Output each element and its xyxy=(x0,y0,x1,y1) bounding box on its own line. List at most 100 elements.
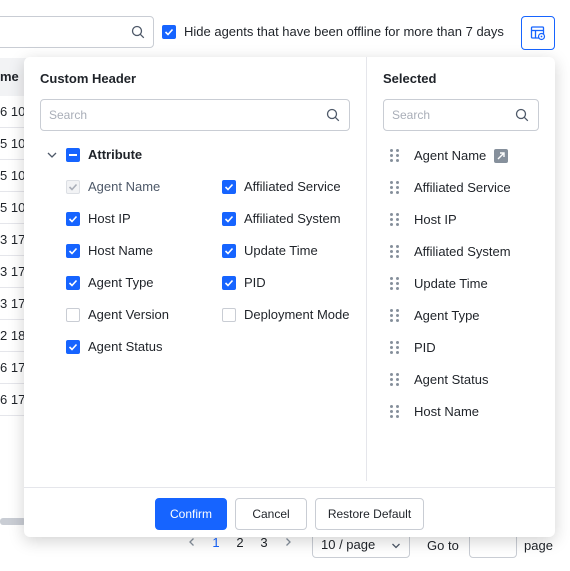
attribute-option-label: Affiliated System xyxy=(244,211,341,226)
drag-handle-icon[interactable] xyxy=(390,308,400,323)
selected-item-label: Update Time xyxy=(414,276,488,291)
attribute-option[interactable]: Affiliated Service xyxy=(222,179,341,194)
selected-item-label: Agent Type xyxy=(414,308,480,323)
drag-handle-icon[interactable] xyxy=(390,276,400,291)
attribute-option[interactable]: Host IP xyxy=(66,211,131,226)
table-cell: 6 17 xyxy=(0,384,26,416)
attribute-option[interactable]: Update Time xyxy=(222,243,318,258)
page-3-button[interactable]: 3 xyxy=(252,535,276,550)
drag-handle-icon[interactable] xyxy=(390,212,400,227)
selected-item-label: Agent Name xyxy=(414,148,487,163)
chevron-left-icon[interactable] xyxy=(180,535,204,550)
attribute-option-label: Host IP xyxy=(88,211,131,226)
drag-handle-icon[interactable] xyxy=(390,148,400,163)
table-horizontal-scrollbar[interactable] xyxy=(0,518,26,525)
checkbox-checked-icon xyxy=(66,179,80,194)
hide-offline-label: Hide agents that have been offline for m… xyxy=(184,24,504,39)
attribute-option[interactable]: Agent Version xyxy=(66,307,169,322)
checkbox-checked-icon xyxy=(66,339,80,354)
table-cell: 5 10 xyxy=(0,192,26,224)
custom-header-popover: Custom Header Selected Attribute Agent N… xyxy=(24,57,555,537)
attribute-group[interactable]: Attribute xyxy=(46,147,142,162)
selected-item[interactable]: Agent Type xyxy=(390,308,480,323)
selected-item-label: Affiliated System xyxy=(414,244,511,259)
attribute-option[interactable]: Deployment Mode xyxy=(222,307,350,322)
selected-item[interactable]: Update Time xyxy=(390,276,488,291)
selected-item[interactable]: Affiliated Service xyxy=(390,180,511,195)
attribute-option-label: PID xyxy=(244,275,266,290)
selected-search xyxy=(383,99,539,131)
selected-item-label: Host IP xyxy=(414,212,457,227)
page-label: page xyxy=(524,538,553,553)
popover-footer: Confirm Cancel Restore Default xyxy=(24,487,555,537)
selected-item[interactable]: Host IP xyxy=(390,212,457,227)
chevron-down-icon xyxy=(392,543,400,549)
checkbox-unchecked-icon xyxy=(222,307,236,322)
selected-title: Selected xyxy=(383,71,437,86)
drag-handle-icon[interactable] xyxy=(390,340,400,355)
attribute-option-label: Deployment Mode xyxy=(244,307,350,322)
table-settings-icon xyxy=(530,26,546,41)
table-cell: 3 17 xyxy=(0,288,26,320)
cancel-button[interactable]: Cancel xyxy=(235,498,307,530)
checkbox-checked-icon xyxy=(222,211,236,226)
page-1-button[interactable]: 1 xyxy=(204,535,228,550)
hide-offline-checkbox[interactable]: Hide agents that have been offline for m… xyxy=(162,24,504,39)
attribute-option[interactable]: Agent Status xyxy=(66,339,162,354)
table-header-cell: me xyxy=(0,58,26,96)
chevron-down-icon[interactable] xyxy=(46,149,58,161)
checkbox-checked-icon xyxy=(66,275,80,290)
drag-handle-icon[interactable] xyxy=(390,180,400,195)
goto-label: Go to xyxy=(427,538,459,553)
drag-handle-icon[interactable] xyxy=(390,372,400,387)
page-2-button[interactable]: 2 xyxy=(228,535,252,550)
drag-handle-icon[interactable] xyxy=(390,244,400,259)
checkbox-checked-icon xyxy=(222,179,236,194)
selected-item[interactable]: Agent Name xyxy=(390,148,509,163)
agents-table: me 6 10 5 10 5 10 5 10 3 17 3 17 3 17 2 … xyxy=(0,58,26,416)
attribute-option[interactable]: Host Name xyxy=(66,243,153,258)
attribute-search-input[interactable] xyxy=(41,100,349,130)
column-settings-button[interactable] xyxy=(521,16,555,50)
table-cell: 5 10 xyxy=(0,160,26,192)
attribute-indeterminate-checkbox[interactable] xyxy=(66,147,80,162)
selected-item-label: Affiliated Service xyxy=(414,180,511,195)
selected-item-label: Host Name xyxy=(414,404,480,419)
attribute-option-label: Affiliated Service xyxy=(244,179,341,194)
checkbox-checked-icon xyxy=(222,275,236,290)
attribute-group-label: Attribute xyxy=(88,147,143,162)
checkbox-checked-icon xyxy=(222,243,236,258)
checkbox-checked-icon xyxy=(66,211,80,226)
checkbox-unchecked-icon xyxy=(66,307,80,322)
attribute-option-label: Agent Version xyxy=(88,307,169,322)
selected-item[interactable]: Host Name xyxy=(390,404,479,419)
search-icon xyxy=(131,25,145,39)
table-cell: 2 18 xyxy=(0,320,26,352)
attribute-option-label: Update Time xyxy=(244,243,318,258)
attribute-option[interactable]: Agent Type xyxy=(66,275,154,290)
restore-default-button[interactable]: Restore Default xyxy=(315,498,424,530)
attribute-option-label: Host Name xyxy=(88,243,154,258)
attribute-option[interactable]: Affiliated System xyxy=(222,211,341,226)
pagination: 1 2 3 xyxy=(180,535,300,550)
search-icon xyxy=(515,108,529,122)
table-cell: 6 10 xyxy=(0,96,26,128)
selected-item[interactable]: PID xyxy=(390,340,436,355)
search-icon xyxy=(326,108,340,122)
attribute-option: Agent Name xyxy=(66,179,160,194)
selected-item-label: Agent Status xyxy=(414,372,489,387)
drag-handle-icon[interactable] xyxy=(390,404,400,419)
table-cell: 3 17 xyxy=(0,256,26,288)
attribute-option[interactable]: PID xyxy=(222,275,266,290)
attribute-option-label: Agent Name xyxy=(88,179,161,194)
table-cell: 6 17 xyxy=(0,352,26,384)
chevron-right-icon[interactable] xyxy=(276,535,300,550)
pin-icon[interactable] xyxy=(494,148,509,163)
checkbox-checked-icon xyxy=(162,24,176,39)
page-size-value: 10 / page xyxy=(321,537,376,552)
agent-search-input[interactable] xyxy=(0,16,154,48)
attribute-option-label: Agent Type xyxy=(88,275,154,290)
confirm-button[interactable]: Confirm xyxy=(155,498,227,530)
selected-item[interactable]: Affiliated System xyxy=(390,244,511,259)
selected-item[interactable]: Agent Status xyxy=(390,372,488,387)
